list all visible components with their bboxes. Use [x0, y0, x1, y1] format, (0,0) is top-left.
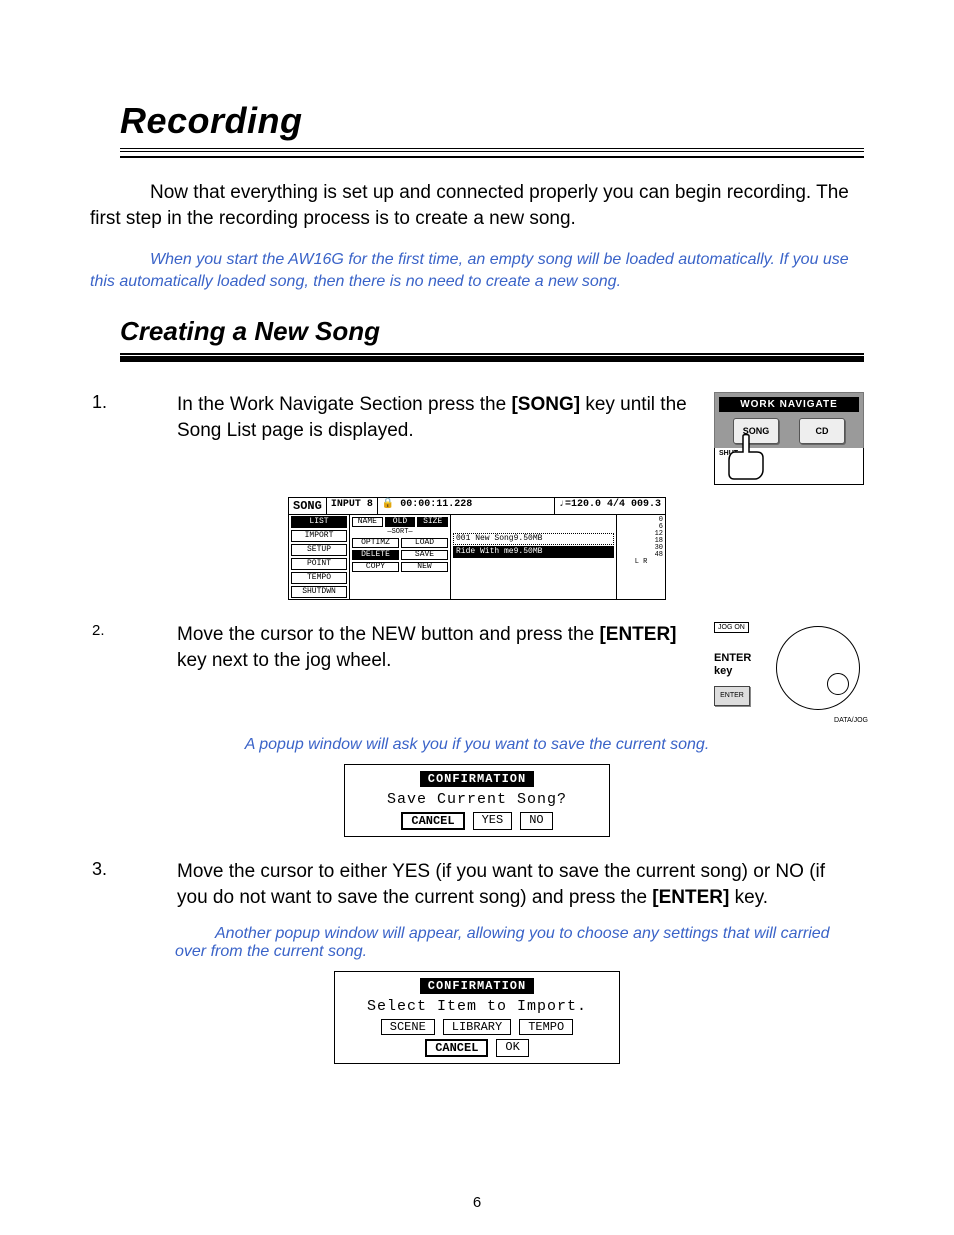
- lcd-sort-size[interactable]: SIZE: [417, 517, 448, 527]
- popup-yes-button[interactable]: YES: [473, 812, 513, 830]
- lcd-header-input: INPUT 8: [327, 498, 378, 514]
- lcd-tab-shutdwn[interactable]: SHUTDWN: [291, 586, 347, 598]
- lcd-tab-list[interactable]: LIST: [291, 516, 347, 528]
- popup-message: Save Current Song?: [351, 791, 603, 808]
- jog-caption: DATA/JOG: [834, 717, 868, 724]
- work-navigate-label: WORK NAVIGATE: [719, 397, 859, 412]
- step-3-number: 3.: [90, 859, 177, 880]
- confirmation-popup-import: CONFIRMATION Select Item to Import. SCEN…: [334, 971, 620, 1064]
- popup-note-2: Another popup window will appear, allowi…: [175, 925, 864, 961]
- enter-key-label: ENTERkey: [714, 652, 751, 676]
- lcd-tab-point[interactable]: POINT: [291, 558, 347, 570]
- jog-wheel-figure: JOG ON ENTERkey ENTER DATA/JOG: [714, 622, 864, 722]
- lcd-meter: 0 6 12 18 30 48 L R: [616, 515, 665, 599]
- work-navigate-panel: WORK NAVIGATE SONG CD SHUT: [714, 392, 864, 483]
- lcd-btn-copy[interactable]: COPY: [352, 562, 399, 572]
- pointing-hand-icon: [721, 434, 771, 480]
- confirmation-popup-save: CONFIRMATION Save Current Song? CANCEL Y…: [344, 764, 610, 837]
- lcd-tab-setup[interactable]: SETUP: [291, 544, 347, 556]
- step-1-text: In the Work Navigate Section press the […: [177, 392, 714, 443]
- popup-title: CONFIRMATION: [420, 978, 534, 994]
- step-2-text: Move the cursor to the NEW button and pr…: [177, 622, 714, 673]
- lcd-tabs: LIST IMPORT SETUP POINT TEMPO SHUTDWN: [289, 515, 350, 599]
- song-list-screen: SONG INPUT 8 🔒 00:00:11.228 ♩=120.0 4/4 …: [288, 497, 666, 600]
- lcd-sort-old[interactable]: OLD: [385, 517, 416, 527]
- step-1-number: 1.: [90, 392, 177, 413]
- jog-on-label: JOG ON: [714, 622, 749, 633]
- lcd-tab-import[interactable]: IMPORT: [291, 530, 347, 542]
- step-2: 2. Move the cursor to the NEW button and…: [90, 622, 864, 722]
- section-title: Creating a New Song: [120, 316, 864, 347]
- lcd-song-row[interactable]: 001 New Song9.50MB: [453, 533, 614, 545]
- popup-title: CONFIRMATION: [420, 771, 534, 787]
- lcd-button-area: NAME OLD SIZE —SORT— OPTIMZ LOAD DELETE …: [350, 515, 451, 599]
- lcd-btn-delete[interactable]: DELETE: [352, 550, 399, 560]
- title-rule: [120, 148, 864, 158]
- section-rule: [120, 353, 864, 362]
- step-3-text: Move the cursor to either YES (if you wa…: [177, 859, 864, 910]
- cd-button[interactable]: CD: [799, 418, 845, 444]
- lcd-btn-optimz[interactable]: OPTIMZ: [352, 538, 399, 548]
- step-1: 1. In the Work Navigate Section press th…: [90, 392, 864, 483]
- lcd-tab-tempo[interactable]: TEMPO: [291, 572, 347, 584]
- lcd-btn-load[interactable]: LOAD: [401, 538, 448, 548]
- note-autoload: When you start the AW16G for the first t…: [90, 249, 864, 292]
- popup-message: Select Item to Import.: [341, 998, 613, 1015]
- lcd-sort-label: —SORT—: [352, 529, 448, 536]
- intro-paragraph: Now that everything is set up and connec…: [90, 180, 864, 231]
- lcd-header-song: SONG: [289, 498, 327, 514]
- lcd-header-time: 🔒 00:00:11.228: [378, 498, 555, 514]
- lcd-song-row[interactable]: Ride With me9.50MB: [453, 546, 614, 558]
- popup-cancel-button[interactable]: CANCEL: [425, 1039, 488, 1057]
- popup-scene-button[interactable]: SCENE: [381, 1019, 435, 1035]
- enter-button[interactable]: ENTER: [714, 686, 750, 706]
- popup-library-button[interactable]: LIBRARY: [443, 1019, 511, 1035]
- lcd-header-tempo: ♩=120.0 4/4 009.3: [555, 498, 665, 514]
- popup-ok-button[interactable]: OK: [496, 1039, 528, 1057]
- lcd-sort-name[interactable]: NAME: [352, 517, 383, 527]
- jog-wheel-icon[interactable]: [776, 626, 860, 710]
- lcd-btn-new[interactable]: NEW: [401, 562, 448, 572]
- popup-note-1: A popup window will ask you if you want …: [90, 736, 864, 754]
- page-title: Recording: [120, 100, 864, 142]
- popup-tempo-button[interactable]: TEMPO: [519, 1019, 573, 1035]
- step-3: 3. Move the cursor to either YES (if you…: [90, 859, 864, 910]
- page-number: 6: [0, 1194, 954, 1211]
- popup-no-button[interactable]: NO: [520, 812, 552, 830]
- popup-cancel-button[interactable]: CANCEL: [401, 812, 464, 830]
- step-2-number: 2.: [90, 622, 177, 639]
- lcd-song-list: 001 New Song9.50MB Ride With me9.50MB: [451, 515, 616, 599]
- lcd-btn-save[interactable]: SAVE: [401, 550, 448, 560]
